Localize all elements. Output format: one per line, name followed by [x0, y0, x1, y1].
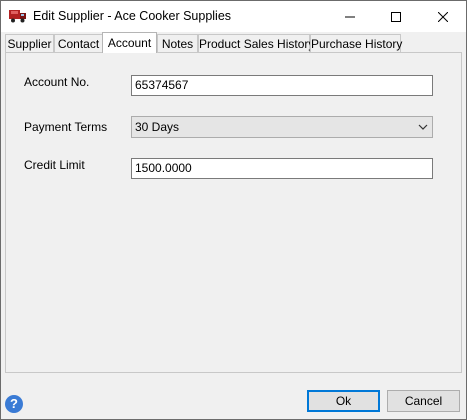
tab-label: Purchase History: [311, 37, 403, 51]
tab-supplier[interactable]: Supplier: [5, 34, 54, 52]
ok-button[interactable]: Ok: [307, 390, 380, 412]
tab-account[interactable]: Account: [102, 32, 157, 53]
payment-terms-selected: 30 Days: [135, 120, 180, 134]
tab-notes[interactable]: Notes: [157, 34, 198, 52]
tab-label: Product Sales History: [199, 37, 315, 51]
cancel-button[interactable]: Cancel: [387, 390, 460, 412]
account-tab-panel: Account No. 65374567 Payment Terms 30 Da…: [5, 52, 462, 373]
payment-terms-label: Payment Terms: [24, 120, 108, 134]
account-no-field[interactable]: 65374567: [131, 75, 433, 96]
tab-label: Supplier: [7, 37, 52, 51]
edit-supplier-dialog: Edit Supplier - Ace Cooker Supplies Supp…: [0, 0, 467, 420]
credit-limit-field[interactable]: 1500.0000: [131, 158, 433, 179]
title-bar[interactable]: Edit Supplier - Ace Cooker Supplies: [1, 1, 466, 32]
chevron-down-icon: [418, 124, 428, 130]
tab-label: Notes: [161, 37, 194, 51]
tab-label: Contact: [57, 37, 100, 51]
credit-limit-label: Credit Limit: [24, 158, 85, 172]
account-no-label: Account No.: [24, 75, 90, 89]
payment-terms-dropdown[interactable]: 30 Days: [131, 116, 433, 138]
tab-product-sales-history[interactable]: Product Sales History: [198, 34, 314, 52]
maximize-icon: [391, 11, 401, 22]
minimize-button[interactable]: [327, 1, 373, 32]
close-icon: [438, 11, 448, 22]
window-title: Edit Supplier - Ace Cooker Supplies: [33, 9, 232, 23]
maximize-button[interactable]: [373, 1, 419, 32]
tab-contact[interactable]: Contact: [54, 34, 103, 52]
tab-label: Account: [107, 36, 152, 50]
tab-purchase-history[interactable]: Purchase History: [310, 34, 403, 52]
close-button[interactable]: [420, 1, 466, 32]
delivery-truck-icon: [9, 10, 26, 23]
minimize-icon: [345, 16, 355, 17]
help-icon[interactable]: ?: [5, 395, 23, 413]
